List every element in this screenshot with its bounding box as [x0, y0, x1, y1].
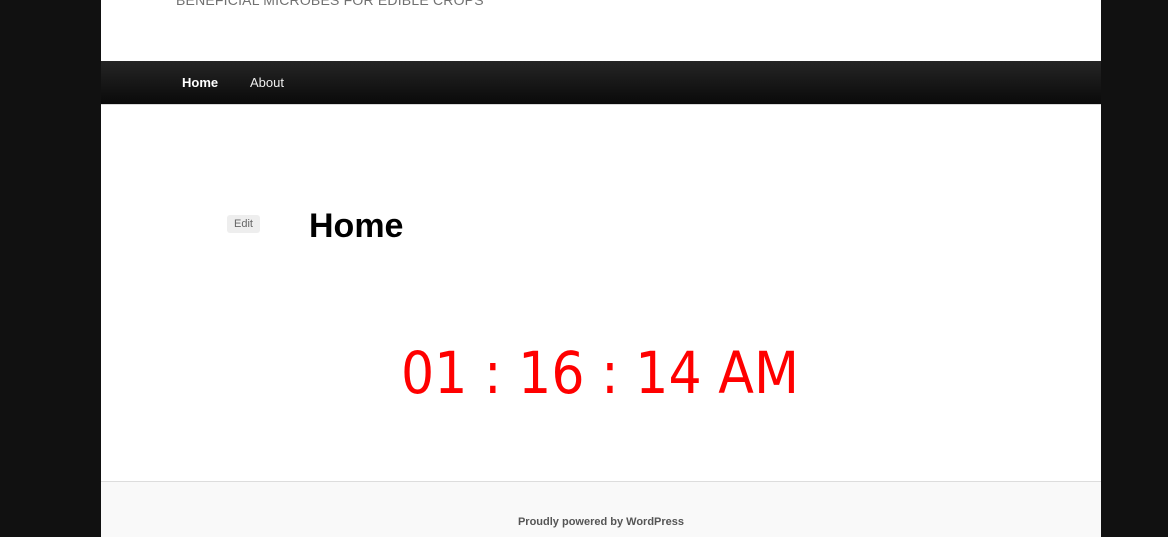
digital-clock-display: 01 : 16 : 14 AM: [401, 339, 799, 401]
clock-time: 01 : 16 : 14 AM: [401, 339, 799, 401]
site-header: BENEFICIAL MICROBES FOR EDIBLE CROPS: [101, 0, 1101, 61]
main-navigation: Home About: [101, 61, 1101, 105]
page-title: Home: [309, 207, 404, 245]
nav-item-about[interactable]: About: [250, 61, 284, 104]
site-tagline: BENEFICIAL MICROBES FOR EDIBLE CROPS: [176, 0, 484, 8]
main-content: Edit Home 01 : 16 : 14 AM: [101, 105, 1101, 481]
digital-clock: 01 : 16 : 14 AM: [401, 331, 801, 401]
site-footer: Proudly powered by WordPress: [101, 481, 1101, 537]
nav-item-home[interactable]: Home: [182, 61, 218, 104]
page: BENEFICIAL MICROBES FOR EDIBLE CROPS Hom…: [101, 0, 1101, 537]
edit-button[interactable]: Edit: [227, 215, 260, 233]
footer-credit-link[interactable]: Proudly powered by WordPress: [101, 516, 1101, 528]
